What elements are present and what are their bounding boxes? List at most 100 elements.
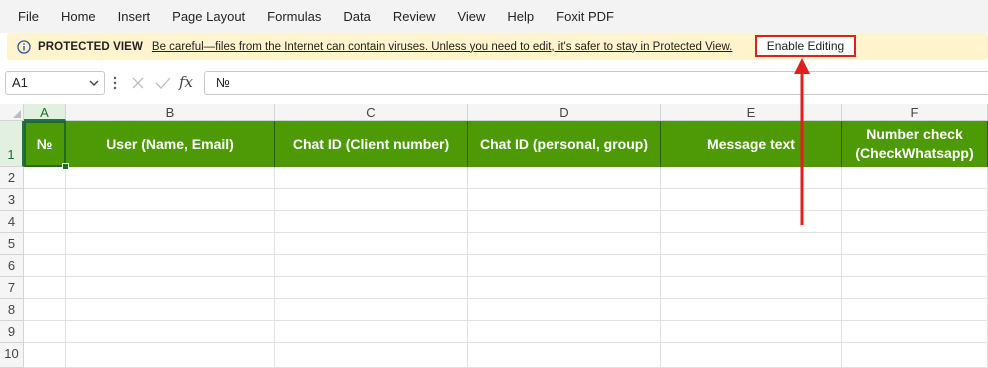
grid-cell[interactable] bbox=[66, 255, 275, 277]
grid-cell[interactable] bbox=[24, 277, 66, 299]
grid-cell[interactable] bbox=[275, 321, 468, 343]
menu-page-layout[interactable]: Page Layout bbox=[161, 0, 256, 33]
grid-cell[interactable] bbox=[24, 211, 66, 233]
menu-foxit-pdf[interactable]: Foxit PDF bbox=[545, 0, 625, 33]
grid-cell[interactable] bbox=[275, 167, 468, 189]
grid-cell[interactable] bbox=[275, 233, 468, 255]
grid-cell[interactable] bbox=[24, 167, 66, 189]
column-header-c[interactable]: C bbox=[275, 104, 468, 121]
grid-cell[interactable] bbox=[275, 277, 468, 299]
row-header-10[interactable]: 10 bbox=[0, 343, 24, 368]
grid-cell[interactable] bbox=[468, 299, 661, 321]
menu-data[interactable]: Data bbox=[332, 0, 381, 33]
row-header-2[interactable]: 2 bbox=[0, 167, 24, 189]
grid-cell[interactable] bbox=[661, 255, 842, 277]
menu-view[interactable]: View bbox=[446, 0, 496, 33]
row-header-9[interactable]: 9 bbox=[0, 321, 24, 343]
row-header-4[interactable]: 4 bbox=[0, 211, 24, 233]
menu-help[interactable]: Help bbox=[496, 0, 545, 33]
grid-cell[interactable] bbox=[661, 167, 842, 189]
row-header-6[interactable]: 6 bbox=[0, 255, 24, 277]
fill-handle[interactable] bbox=[62, 163, 69, 170]
grid-cell[interactable] bbox=[842, 321, 988, 343]
grid-cell[interactable] bbox=[468, 343, 661, 368]
grid-cell[interactable] bbox=[275, 189, 468, 211]
grid-cell[interactable] bbox=[66, 299, 275, 321]
grid-cell[interactable] bbox=[468, 189, 661, 211]
grid-cell[interactable] bbox=[661, 343, 842, 368]
grid-cell[interactable] bbox=[275, 255, 468, 277]
row-header-7[interactable]: 7 bbox=[0, 277, 24, 299]
menu-review[interactable]: Review bbox=[382, 0, 447, 33]
grid-cell[interactable] bbox=[66, 343, 275, 368]
grid-cell[interactable] bbox=[661, 211, 842, 233]
grid-cell[interactable] bbox=[24, 233, 66, 255]
header-cell-chat-id-client[interactable]: Chat ID (Client number) bbox=[275, 121, 468, 167]
grid-cell[interactable] bbox=[661, 233, 842, 255]
cancel-icon[interactable] bbox=[131, 76, 145, 90]
grid-cell[interactable] bbox=[275, 211, 468, 233]
grid-cell[interactable] bbox=[661, 321, 842, 343]
grid-cell[interactable] bbox=[842, 299, 988, 321]
grid-cell[interactable] bbox=[842, 211, 988, 233]
grid-cell[interactable] bbox=[275, 343, 468, 368]
grid-cell[interactable] bbox=[468, 255, 661, 277]
menu-home[interactable]: Home bbox=[50, 0, 107, 33]
grid-cell[interactable] bbox=[66, 233, 275, 255]
grid-cell[interactable] bbox=[66, 211, 275, 233]
insert-function-icon[interactable]: fx bbox=[179, 73, 193, 91]
grid-cell[interactable] bbox=[842, 277, 988, 299]
protected-view-bar: PROTECTED VIEW Be careful—files from the… bbox=[7, 33, 988, 60]
header-cell-number-check[interactable]: Number check (CheckWhatsapp) bbox=[842, 121, 988, 167]
grid-cell[interactable] bbox=[24, 343, 66, 368]
row-header-1[interactable]: 1 bbox=[0, 121, 24, 167]
menu-file[interactable]: File bbox=[0, 0, 50, 33]
grid-cell[interactable] bbox=[842, 343, 988, 368]
menu-formulas[interactable]: Formulas bbox=[256, 0, 332, 33]
chevron-down-icon[interactable] bbox=[89, 80, 99, 87]
grid-cell[interactable] bbox=[661, 189, 842, 211]
grid-cell[interactable] bbox=[661, 277, 842, 299]
grid-cell[interactable] bbox=[661, 299, 842, 321]
grid-cell[interactable] bbox=[842, 255, 988, 277]
column-header-a[interactable]: A bbox=[24, 104, 66, 121]
row-header-8[interactable]: 8 bbox=[0, 299, 24, 321]
grid-cell[interactable] bbox=[468, 277, 661, 299]
header-cell-user[interactable]: User (Name, Email) bbox=[66, 121, 275, 167]
menu-bar: File Home Insert Page Layout Formulas Da… bbox=[0, 0, 988, 33]
select-all-corner[interactable] bbox=[0, 104, 24, 121]
spreadsheet-grid: A B C D E F 1 2 3 4 5 6 7 8 9 10 № User … bbox=[0, 104, 988, 368]
name-box[interactable]: A1 bbox=[5, 71, 105, 95]
grid-cell[interactable] bbox=[66, 167, 275, 189]
column-header-f[interactable]: F bbox=[842, 104, 988, 121]
grid-cell[interactable] bbox=[468, 167, 661, 189]
grid-cell[interactable] bbox=[468, 321, 661, 343]
formula-bar: A1 fx № bbox=[0, 68, 988, 98]
grid-cell[interactable] bbox=[468, 211, 661, 233]
column-header-e[interactable]: E bbox=[661, 104, 842, 121]
enable-editing-button[interactable]: Enable Editing bbox=[755, 35, 856, 57]
formula-input[interactable]: № bbox=[204, 71, 988, 95]
header-cell-message-text[interactable]: Message text bbox=[661, 121, 842, 167]
grid-cell[interactable] bbox=[842, 167, 988, 189]
grid-cell[interactable] bbox=[275, 299, 468, 321]
grid-cell[interactable] bbox=[24, 299, 66, 321]
grid-cell[interactable] bbox=[24, 321, 66, 343]
grid-cell[interactable] bbox=[66, 321, 275, 343]
grid-cell[interactable] bbox=[24, 189, 66, 211]
column-header-d[interactable]: D bbox=[468, 104, 661, 121]
grid-cell[interactable] bbox=[66, 189, 275, 211]
grid-cell[interactable] bbox=[842, 233, 988, 255]
header-cell-chat-id-personal[interactable]: Chat ID (personal, group) bbox=[468, 121, 661, 167]
grid-cell[interactable] bbox=[842, 189, 988, 211]
grid-cell[interactable] bbox=[468, 233, 661, 255]
column-header-b[interactable]: B bbox=[66, 104, 275, 121]
grid-cell[interactable] bbox=[24, 255, 66, 277]
protected-view-message[interactable]: Be careful—files from the Internet can c… bbox=[152, 41, 732, 53]
menu-insert[interactable]: Insert bbox=[107, 0, 162, 33]
grid-cell[interactable] bbox=[66, 277, 275, 299]
row-header-5[interactable]: 5 bbox=[0, 233, 24, 255]
more-options-icon[interactable] bbox=[113, 76, 117, 90]
row-header-3[interactable]: 3 bbox=[0, 189, 24, 211]
enter-check-icon[interactable] bbox=[155, 76, 171, 90]
